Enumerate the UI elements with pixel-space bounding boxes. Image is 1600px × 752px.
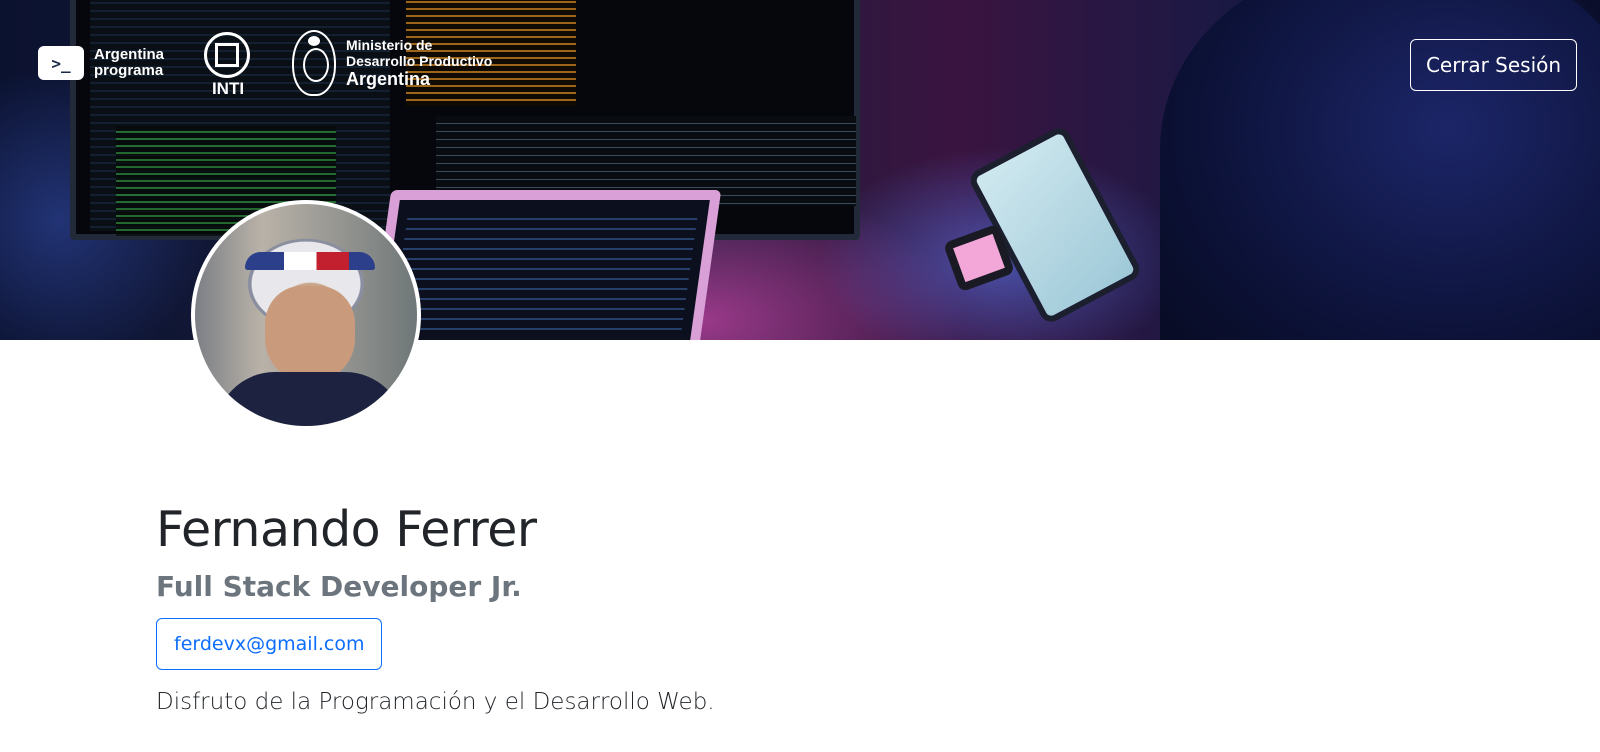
terminal-glyph: >_ [51, 53, 71, 73]
jacket-graphic [215, 372, 405, 426]
logo-line: Desarrollo Productivo [346, 53, 493, 69]
argentina-programa-logo[interactable]: >_ Argentina programa [38, 46, 164, 80]
argentina-programa-text: Argentina programa [94, 47, 164, 79]
profile-bio: Disfruto de la Programación y el Desarro… [156, 689, 715, 715]
face-graphic [265, 286, 355, 381]
profile-role: Full Stack Developer Jr. [156, 570, 522, 603]
logo-line: programa [94, 62, 164, 79]
ministerio-text: Ministerio de Desarrollo Productivo Arge… [346, 37, 492, 89]
avatar [191, 200, 421, 430]
logout-button[interactable]: Cerrar Sesión [1410, 39, 1577, 91]
terminal-icon: >_ [38, 46, 84, 80]
inti-logo[interactable]: INTI [204, 32, 252, 98]
email-button[interactable]: ferdevx@gmail.com [156, 618, 383, 670]
logo-line: Ministerio de [346, 37, 433, 53]
inti-logo-icon [204, 32, 250, 78]
inti-text: INTI [211, 79, 245, 98]
logo-line: Argentina [346, 69, 431, 89]
logo-line: Argentina [94, 46, 165, 63]
helmet-graphic [245, 252, 375, 270]
laptop-graphic [368, 190, 722, 340]
inti-square-shape [215, 43, 239, 67]
header: >_ Argentina programa INTI Ministerio de… [0, 0, 1600, 120]
ministerio-logo[interactable]: Ministerio de Desarrollo Productivo Arge… [292, 30, 492, 96]
profile-section: Fernando Ferrer Full Stack Developer Jr.… [156, 500, 1056, 718]
coat-of-arms-icon [292, 30, 336, 96]
profile-name: Fernando Ferrer [156, 501, 537, 558]
